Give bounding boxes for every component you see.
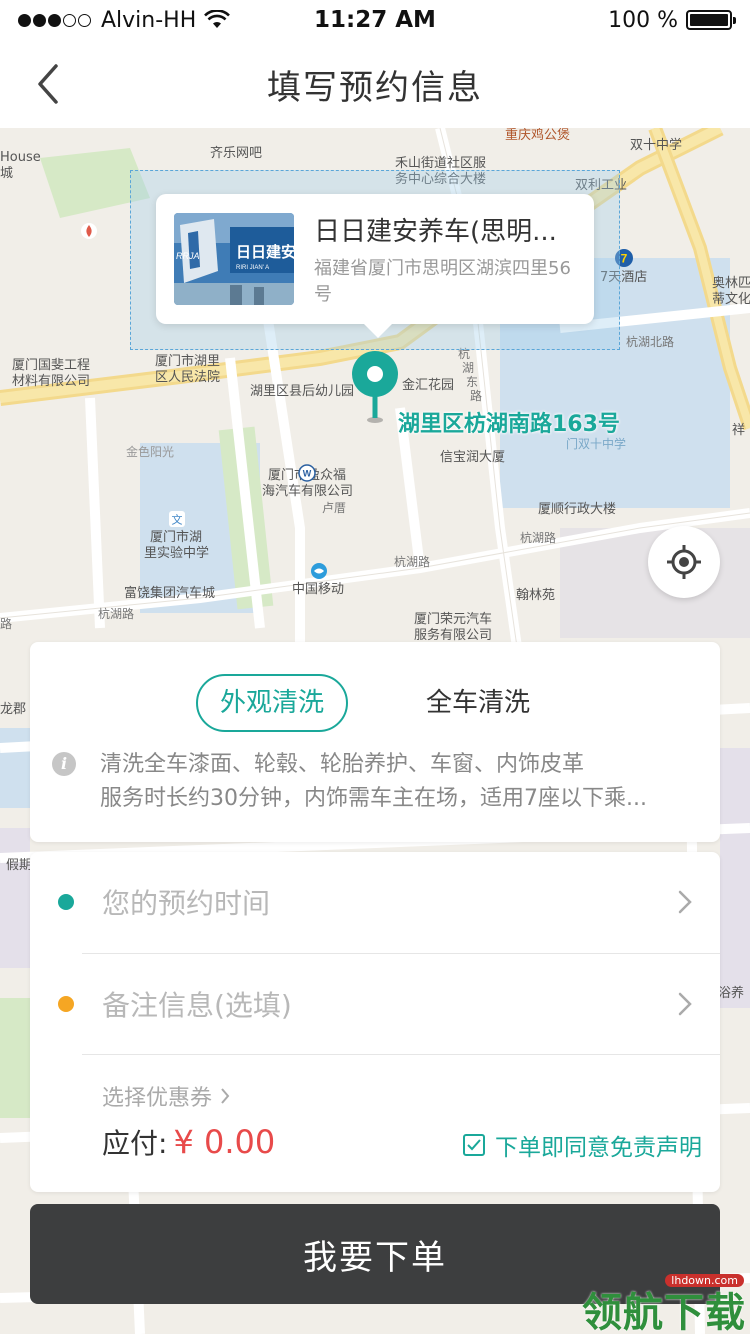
pay-amount: ¥ 0.00 xyxy=(173,1123,276,1161)
service-desc-line: 清洗全车漆面、轮毂、轮胎养护、车窗、内饰皮革 xyxy=(100,752,585,777)
watermark: lhdown.com 领航下载 xyxy=(570,1274,750,1334)
map-label: 翰林苑 xyxy=(516,588,556,603)
tab-exterior-wash[interactable]: 外观清洗 xyxy=(195,674,348,732)
map-label: 龙郡 xyxy=(0,702,27,717)
map-label: 厦门国斐工程 xyxy=(12,358,91,373)
service-card: 外观清洗 全车清洗 i 清洗全车漆面、轮毂、轮胎养护、车窗、内饰皮革 服务时长约… xyxy=(30,642,720,842)
chevron-right-icon xyxy=(221,1088,230,1104)
battery-percent: 100 % xyxy=(608,7,678,33)
map-label: 杭湖北路 xyxy=(626,335,675,349)
map-label: 金汇花园 xyxy=(402,378,455,393)
watermark-text: 领航下载 xyxy=(582,1290,746,1334)
note-row[interactable]: 备注信息(选填) xyxy=(30,954,720,1054)
map-label: 双十中学 xyxy=(630,138,683,153)
payment-summary: 应付: ¥ 0.00 xyxy=(102,1122,275,1162)
coupon-label: 选择优惠券 xyxy=(102,1086,213,1111)
map-label: 门双十中学 xyxy=(566,437,627,451)
shop-photo: 日日建安 RIRI JIAN' A RRJA xyxy=(174,213,294,305)
pin-address-label: 湖里区枋湖南路163号 xyxy=(398,412,620,437)
battery-icon xyxy=(686,10,736,30)
check-icon xyxy=(467,1139,481,1151)
shop-address: 福建省厦门市思明区湖滨四里56号 xyxy=(314,257,571,305)
map-label: 蒂文化 xyxy=(712,292,750,307)
agree-checkbox[interactable] xyxy=(463,1134,485,1156)
shop-photo-subsign: RIRI JIAN' A xyxy=(236,265,269,271)
divider xyxy=(82,1054,720,1055)
signal-strength-icon xyxy=(18,8,93,33)
china-mobile-icon xyxy=(311,563,327,579)
map-label: 祥 xyxy=(732,423,746,438)
nav-bar: 填写预约信息 xyxy=(0,40,750,128)
chevron-right-icon xyxy=(678,992,692,1016)
status-bar: Alvin-HH 11:27 AM 100 % xyxy=(0,0,750,40)
agree-text: 下单即同意免责声明 xyxy=(495,1135,702,1161)
service-tabs: 外观清洗 全车清洗 xyxy=(30,674,720,732)
status-dot-icon xyxy=(58,996,74,1012)
map-label: 海汽车有限公司 xyxy=(262,484,354,499)
note-field: 备注信息(选填) xyxy=(102,989,292,1022)
map-label: 杭湖路 xyxy=(394,555,431,569)
map-label: 信宝润大厦 xyxy=(440,450,506,465)
appointment-time-field: 您的预约时间 xyxy=(102,887,271,920)
map-label: 中国移动 xyxy=(292,582,345,597)
map-label: 厦门市湖里 xyxy=(155,354,221,369)
shop-photo-brand: RRJA xyxy=(176,251,200,261)
map-label: 厦门荣元汽车 xyxy=(414,612,493,627)
service-description: i 清洗全车漆面、轮毂、轮胎养护、车窗、内饰皮革 服务时长约30分钟，内饰需车主… xyxy=(52,748,696,816)
carrier-name: Alvin-HH xyxy=(101,7,197,33)
svg-text:7: 7 xyxy=(621,252,628,266)
shop-name: 日日建安养车(思明... xyxy=(314,216,557,247)
order-form-card: 您的预约时间 备注信息(选填) 选择优惠券 应付: ¥ 0.00 下单即同意免责… xyxy=(30,852,720,1192)
map-label: 假期 xyxy=(6,858,33,873)
map-label: 浴养 xyxy=(718,986,745,1001)
fire-station-icon xyxy=(81,223,97,239)
map-label: 奥林匹 xyxy=(712,276,750,291)
chevron-right-icon xyxy=(678,890,692,914)
school-icon: 文 xyxy=(169,511,185,527)
service-desc-line: 服务时长约30分钟，内饰需车主在场，适用7座以下乘... xyxy=(100,786,647,811)
page-title: 填写预约信息 xyxy=(267,67,483,108)
chevron-left-icon xyxy=(38,64,58,104)
svg-text:W: W xyxy=(303,469,312,479)
map-label: House xyxy=(0,150,41,165)
wifi-icon xyxy=(204,10,231,28)
map-label: 杭湖路 xyxy=(520,531,557,545)
status-dot-icon xyxy=(58,894,74,910)
tab-full-wash[interactable]: 全车清洗 xyxy=(402,674,554,732)
pay-label: 应付: xyxy=(102,1127,168,1160)
map-label: 路 xyxy=(470,389,483,403)
appointment-time-row[interactable]: 您的预约时间 xyxy=(30,852,720,952)
map-label: 区人民法院 xyxy=(155,370,221,385)
info-icon: i xyxy=(52,752,76,776)
map-label: 城 xyxy=(0,166,14,181)
shop-info-popup[interactable]: 日日建安 RIRI JIAN' A RRJA 日日建安养车(思明... 福建省厦… xyxy=(156,194,594,338)
select-coupon-link[interactable]: 选择优惠券 xyxy=(102,1080,230,1112)
map-label: 材料有限公司 xyxy=(12,374,91,389)
map-label: 齐乐网吧 xyxy=(210,146,263,161)
map-label: 湖里区县后幼儿园 xyxy=(250,384,355,399)
map-label: 富饶集团汽车城 xyxy=(124,586,216,601)
map-label: 重庆鸡公煲 xyxy=(505,128,571,143)
locate-me-button[interactable] xyxy=(648,526,720,598)
shop-photo-sign: 日日建安 xyxy=(236,243,294,261)
map-label: 卢厝 xyxy=(322,501,347,515)
map-label: 里实验中学 xyxy=(144,546,210,561)
crosshair-icon xyxy=(667,545,701,579)
map-label: 杭湖路 xyxy=(98,607,135,621)
map-label: 厦门市湖 xyxy=(150,530,203,545)
vw-logo-icon: W xyxy=(298,464,316,482)
agree-disclaimer[interactable]: 下单即同意免责声明 xyxy=(463,1128,702,1162)
map-label: 金色阳光 xyxy=(126,445,175,459)
map-label: 路 xyxy=(0,617,13,631)
location-pin-icon xyxy=(352,351,398,423)
svg-text:文: 文 xyxy=(172,513,183,527)
map-label: 厦顺行政大楼 xyxy=(538,502,617,517)
back-button[interactable] xyxy=(24,60,72,108)
